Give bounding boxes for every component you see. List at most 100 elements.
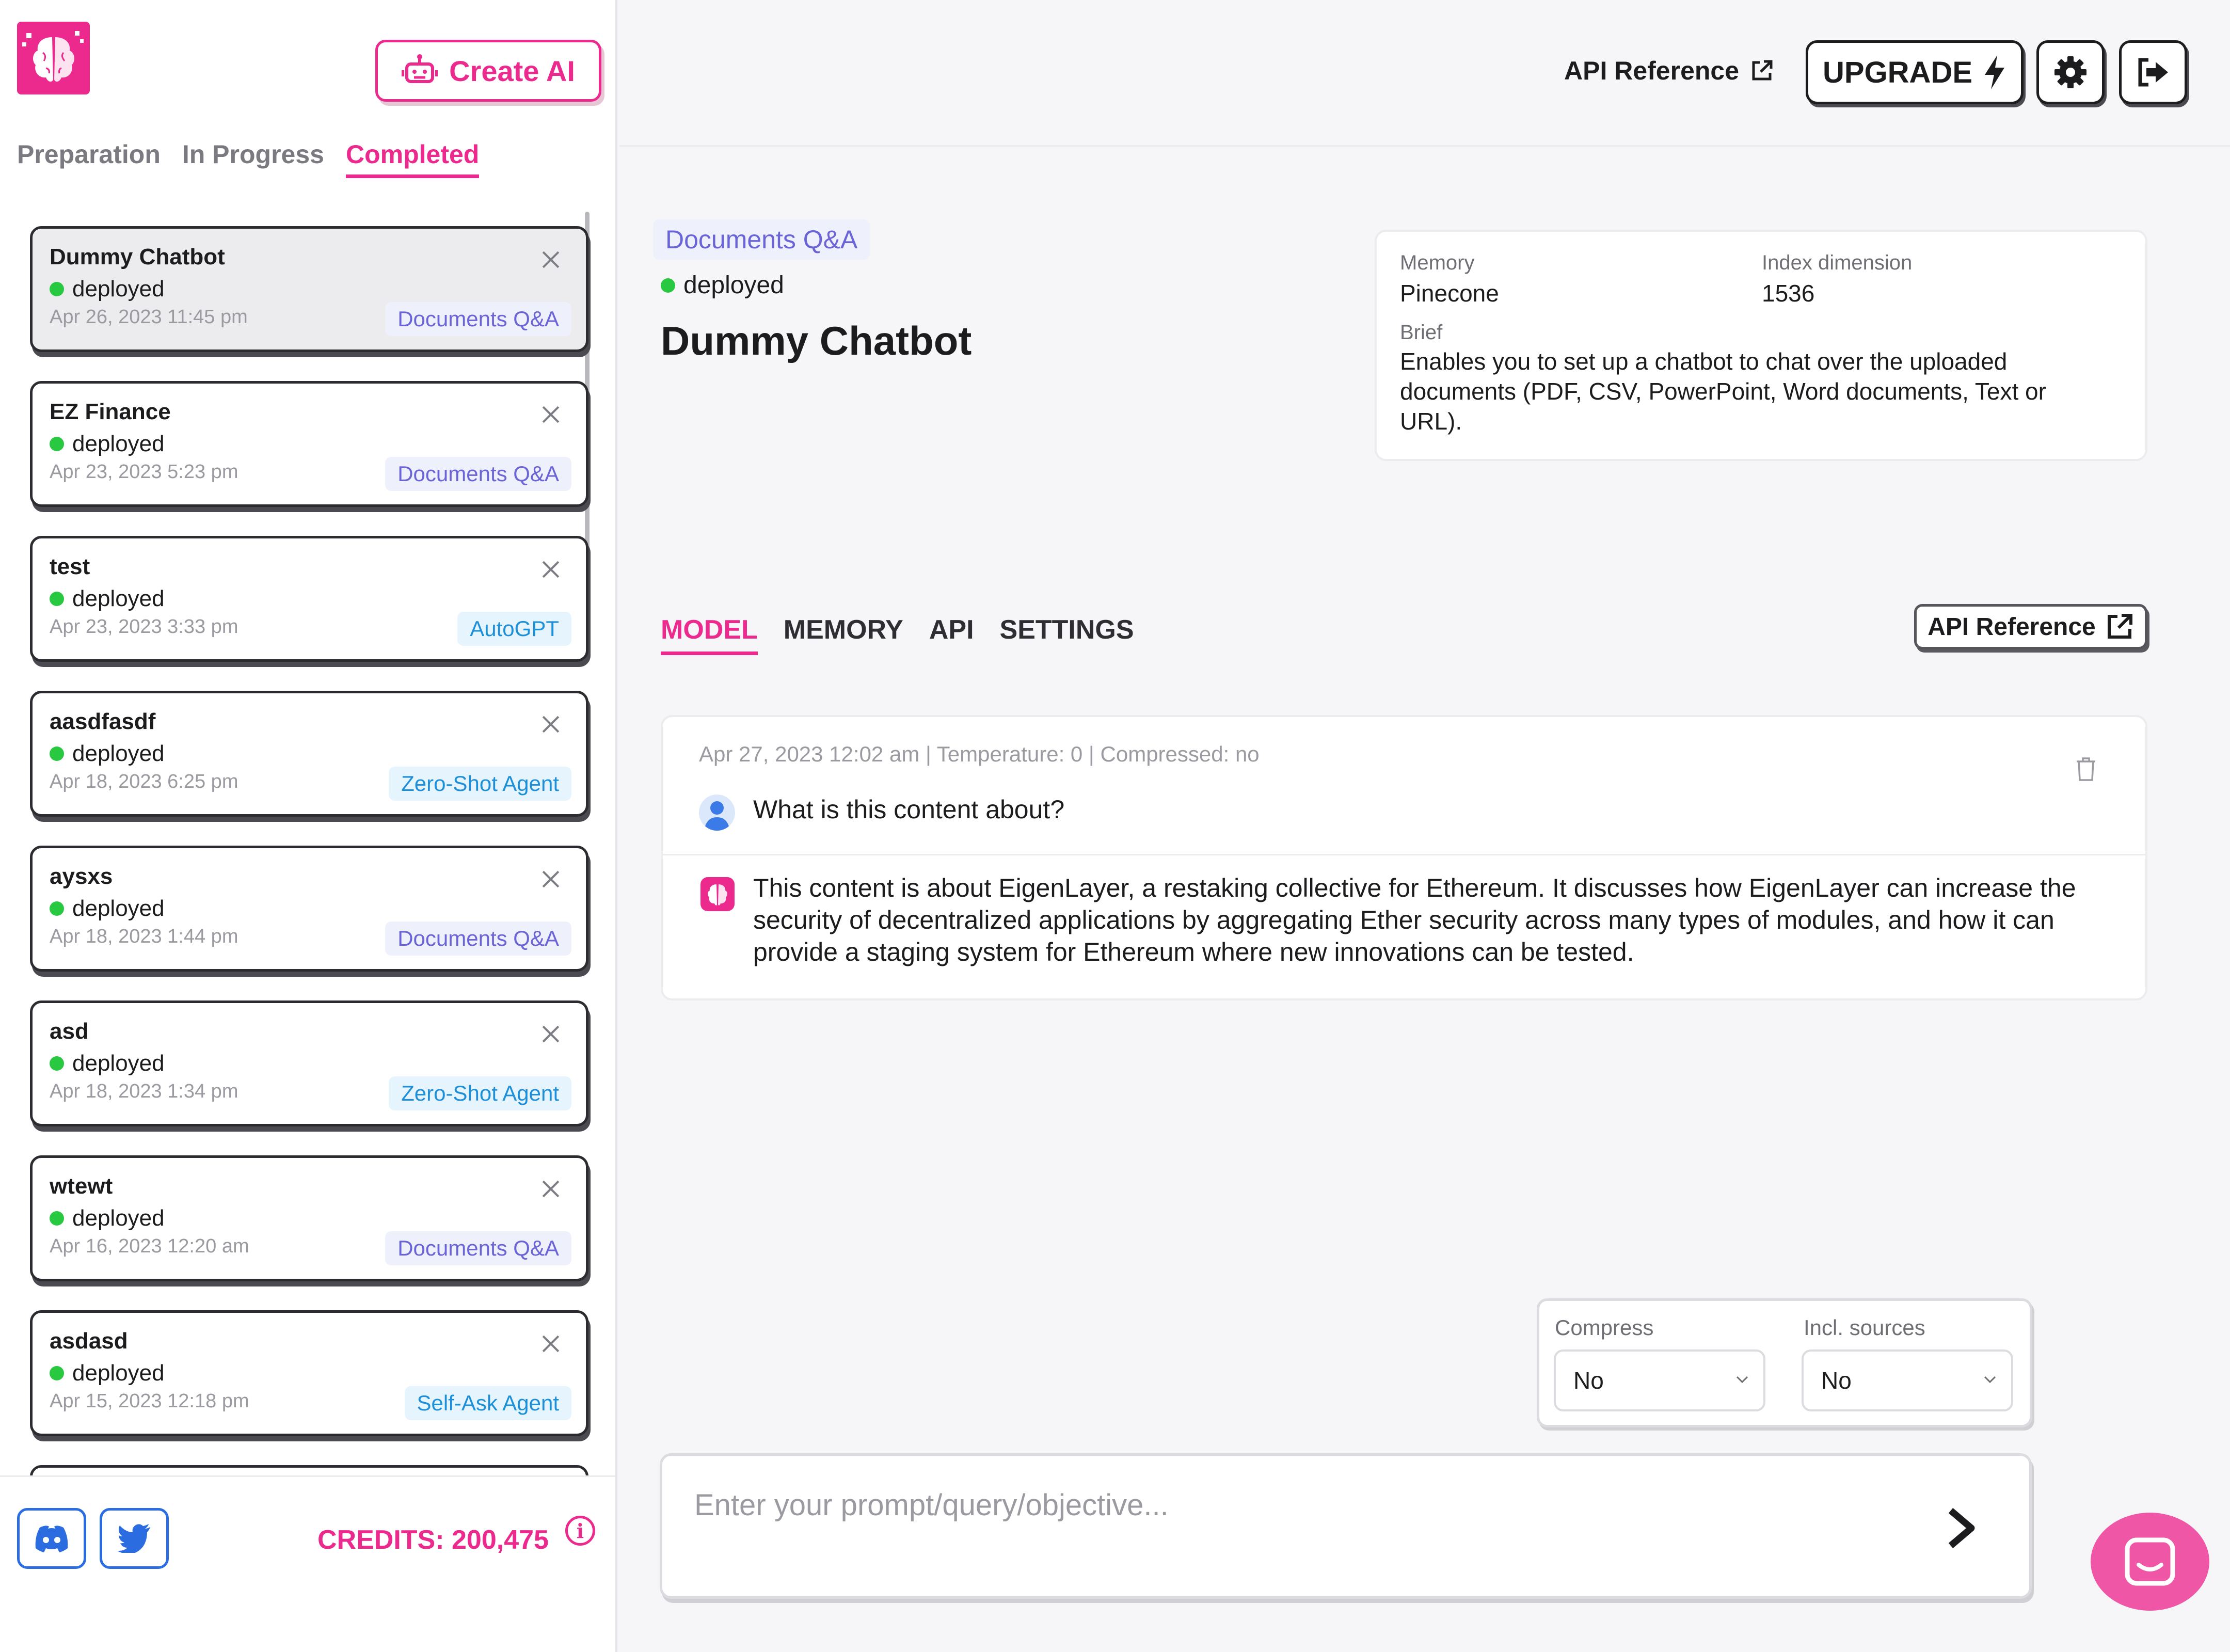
- trash-icon[interactable]: [2076, 757, 2096, 781]
- discord-button[interactable]: [17, 1508, 86, 1569]
- tab-completed[interactable]: Completed: [345, 139, 480, 178]
- prompt-box: [660, 1453, 2032, 1599]
- project-card[interactable]: EZ Finance deployed Apr 23, 2023 5:23 pm…: [30, 381, 588, 507]
- project-date: Apr 23, 2023 5:23 pm: [50, 461, 238, 483]
- status-dot-icon: [50, 592, 64, 606]
- project-type-tag: Documents Q&A: [653, 219, 870, 260]
- close-icon[interactable]: [541, 1025, 560, 1043]
- close-icon[interactable]: [541, 1335, 560, 1353]
- project-date: Apr 18, 2023 6:25 pm: [50, 771, 238, 792]
- divider: [663, 854, 2145, 855]
- api-reference-label: API Reference: [1564, 56, 1740, 85]
- page-title: Dummy Chatbot: [661, 318, 972, 363]
- project-date: Apr 18, 2023 1:44 pm: [50, 926, 238, 947]
- tab-in-progress[interactable]: In Progress: [182, 139, 324, 178]
- project-card[interactable]: asd deployed Apr 18, 2023 1:34 pm Zero-S…: [30, 1000, 588, 1126]
- project-type-tag: Documents Q&A: [385, 457, 571, 491]
- brief-label: Brief: [1400, 321, 1443, 344]
- chevron-right-icon: [1948, 1508, 1975, 1548]
- project-status-label: deployed: [72, 276, 165, 301]
- tab-settings[interactable]: SETTINGS: [1000, 614, 1134, 655]
- sidebar-footer: CREDITS: 200,475 i: [0, 1475, 615, 1652]
- tab-preparation[interactable]: Preparation: [17, 139, 161, 178]
- project-name: aysxs: [50, 864, 113, 889]
- project-name: asd: [50, 1019, 89, 1044]
- project-date: Apr 26, 2023 11:45 pm: [50, 306, 248, 328]
- project-list: Dummy Chatbot deployed Apr 26, 2023 11:4…: [30, 226, 591, 1475]
- main-content: Documents Q&A deployed Dummy Chatbot Mem…: [619, 147, 2230, 1652]
- project-card[interactable]: asdasd deployed Apr 15, 2023 12:18 pm Se…: [30, 1310, 588, 1436]
- status-dot-icon: [50, 1056, 64, 1071]
- sidebar: Create AI Preparation In Progress Comple…: [0, 0, 617, 1652]
- project-type-tag: Documents Q&A: [385, 1231, 571, 1265]
- external-link-icon: [2107, 614, 2132, 639]
- prompt-input[interactable]: [693, 1484, 1906, 1526]
- status-dot-icon: [50, 1211, 64, 1226]
- project-type-tag: Documents Q&A: [385, 302, 571, 336]
- api-reference-button[interactable]: API Reference: [1914, 604, 2147, 649]
- credits-balance: CREDITS: 200,475: [317, 1525, 549, 1555]
- project-type-tag: Documents Q&A: [385, 922, 571, 956]
- tab-memory[interactable]: MEMORY: [784, 614, 903, 655]
- api-reference-link[interactable]: API Reference: [1564, 56, 1774, 86]
- project-name: aasdfasdf: [50, 709, 156, 734]
- project-card[interactable]: [30, 1465, 588, 1475]
- project-date: Apr 23, 2023 3:33 pm: [50, 616, 238, 638]
- compress-select[interactable]: No: [1554, 1349, 1765, 1411]
- close-icon[interactable]: [541, 715, 560, 734]
- external-link-icon: [1752, 60, 1773, 81]
- close-icon[interactable]: [541, 870, 560, 888]
- create-ai-button[interactable]: Create AI: [375, 40, 601, 102]
- close-icon[interactable]: [541, 1180, 560, 1198]
- tab-model[interactable]: MODEL: [661, 614, 758, 655]
- upgrade-label: UPGRADE: [1822, 55, 1973, 89]
- upgrade-button[interactable]: UPGRADE: [1806, 40, 2024, 104]
- deploy-status-label: deployed: [683, 272, 784, 299]
- status-dot-icon: [661, 278, 675, 293]
- close-icon[interactable]: [541, 250, 560, 269]
- project-type-tag: Zero-Shot Agent: [389, 767, 571, 801]
- project-status: deployed: [50, 741, 165, 767]
- project-status-label: deployed: [72, 741, 165, 766]
- brain-logo-icon[interactable]: [17, 22, 90, 94]
- close-icon[interactable]: [541, 560, 560, 579]
- ai-message: This content is about EigenLayer, a rest…: [753, 873, 2076, 966]
- api-reference-label: API Reference: [1928, 613, 2096, 641]
- project-name: EZ Finance: [50, 399, 171, 424]
- project-card[interactable]: Dummy Chatbot deployed Apr 26, 2023 11:4…: [30, 226, 588, 352]
- status-dot-icon: [50, 1366, 64, 1380]
- status-dot-icon: [50, 282, 64, 296]
- query-options-panel: Compress No Incl. sources No: [1537, 1298, 2032, 1427]
- project-card[interactable]: wtewt deployed Apr 16, 2023 12:20 am Doc…: [30, 1155, 588, 1281]
- status-dot-icon: [50, 746, 64, 761]
- conversation-meta: Apr 27, 2023 12:02 am | Temperature: 0 |…: [699, 742, 1260, 766]
- project-status: deployed: [50, 586, 165, 612]
- logout-button[interactable]: [2119, 40, 2187, 104]
- project-card[interactable]: test deployed Apr 23, 2023 3:33 pm AutoG…: [30, 536, 588, 662]
- chat-launcher-button[interactable]: [2091, 1513, 2209, 1611]
- project-date: Apr 15, 2023 12:18 pm: [50, 1390, 249, 1412]
- tab-api[interactable]: API: [929, 614, 974, 655]
- project-type-tag: Zero-Shot Agent: [389, 1076, 571, 1110]
- compress-value: No: [1573, 1367, 1604, 1394]
- memory-label: Memory: [1400, 251, 1475, 274]
- project-status-label: deployed: [72, 1360, 165, 1386]
- project-status: deployed: [50, 1205, 165, 1231]
- info-icon[interactable]: i: [565, 1516, 595, 1546]
- project-name: test: [50, 554, 90, 579]
- conversation-card: Apr 27, 2023 12:02 am | Temperature: 0 |…: [661, 715, 2147, 1000]
- project-card[interactable]: aasdfasdf deployed Apr 18, 2023 6:25 pm …: [30, 691, 588, 817]
- project-card[interactable]: aysxs deployed Apr 18, 2023 1:44 pm Docu…: [30, 846, 588, 972]
- discord-icon: [35, 1526, 68, 1552]
- project-status-label: deployed: [72, 896, 165, 921]
- project-name: asdasd: [50, 1328, 128, 1354]
- settings-button[interactable]: [2036, 40, 2105, 104]
- sources-select[interactable]: No: [1802, 1349, 2013, 1411]
- send-button[interactable]: [1940, 1505, 1982, 1551]
- sources-label: Incl. sources: [1804, 1315, 1925, 1340]
- close-icon[interactable]: [541, 405, 560, 424]
- user-avatar-icon: [699, 795, 735, 831]
- twitter-button[interactable]: [100, 1508, 169, 1569]
- project-status: deployed: [50, 1360, 165, 1386]
- twitter-icon: [117, 1524, 150, 1553]
